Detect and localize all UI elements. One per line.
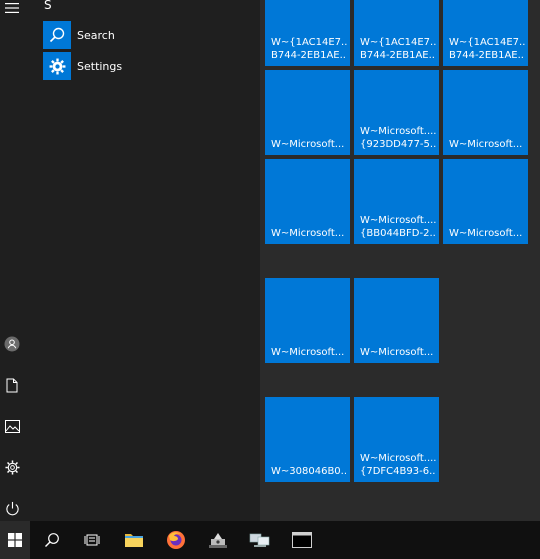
tile-sublabel: B744-2EB1AE... <box>449 50 525 61</box>
tile[interactable]: W~Microsoft... <box>354 278 439 363</box>
app-search[interactable]: Search <box>43 21 253 49</box>
tile-label: W~Microsoft.... <box>360 126 436 137</box>
tile-label: W~Microsoft.... <box>360 453 436 464</box>
tile-label: W~Microsoft... <box>360 347 434 358</box>
tile-label: W~Microsoft... <box>271 139 345 150</box>
search-icon <box>43 21 71 49</box>
letter-header-s[interactable]: S <box>44 0 52 12</box>
tile-label: W~Microsoft... <box>449 139 523 150</box>
hamburger-menu-icon[interactable] <box>0 0 24 22</box>
app-settings-label: Settings <box>77 59 123 73</box>
tile-sublabel: B744-2EB1AE... <box>271 50 347 61</box>
tile-sublabel: {7DFC4B93-6... <box>360 466 436 477</box>
tile[interactable]: W~Microsoft.... {923DD477-5... <box>354 70 439 155</box>
search-icon[interactable] <box>32 521 72 559</box>
task-view-icon[interactable] <box>72 521 112 559</box>
power-icon[interactable] <box>0 494 24 522</box>
documents-icon[interactable] <box>0 371 24 399</box>
gear-icon <box>43 52 71 80</box>
tile-sublabel: B744-2EB1AE... <box>360 50 436 61</box>
tile-label: W~Microsoft... <box>271 228 345 239</box>
firefox-icon[interactable] <box>156 521 196 559</box>
tile-label: W~Microsoft.... <box>360 215 436 226</box>
app-settings[interactable]: Settings <box>43 52 253 80</box>
taskbar <box>0 521 540 559</box>
tile-label: W~308046B0... <box>271 466 347 477</box>
windows-start-icon[interactable] <box>0 521 30 559</box>
tile[interactable]: W~308046B0... <box>265 397 350 482</box>
tile-sublabel: {BB044BFD-2... <box>360 228 436 239</box>
app-search-label: Search <box>77 28 115 42</box>
settings-gear-icon[interactable] <box>0 453 24 481</box>
pictures-icon[interactable] <box>0 412 24 440</box>
file-explorer-icon[interactable] <box>114 521 154 559</box>
app-icon[interactable] <box>198 521 238 559</box>
tile-label: W~{1AC14E7... <box>271 37 347 48</box>
terminal-icon[interactable] <box>282 521 322 559</box>
tile-label: W~{1AC14E7... <box>360 37 436 48</box>
tile[interactable]: W~Microsoft.... {BB044BFD-2... <box>354 159 439 244</box>
tile-sublabel: {923DD477-5... <box>360 139 436 150</box>
start-rail <box>0 0 24 521</box>
user-avatar-icon[interactable] <box>0 330 24 358</box>
tile[interactable]: W~{1AC14E7... B744-2EB1AE... <box>354 0 439 66</box>
tile[interactable]: W~Microsoft... <box>443 70 528 155</box>
tile[interactable]: W~Microsoft... <box>265 70 350 155</box>
tile[interactable]: W~Microsoft... <box>443 159 528 244</box>
network-icon[interactable] <box>240 521 280 559</box>
tile[interactable]: W~Microsoft... <box>265 278 350 363</box>
app-list: S Search Settings <box>24 0 260 521</box>
tile-label: W~{1AC14E7... <box>449 37 525 48</box>
tile-label: W~Microsoft... <box>449 228 523 239</box>
tile[interactable]: W~Microsoft... <box>265 159 350 244</box>
tile[interactable]: W~Microsoft.... {7DFC4B93-6... <box>354 397 439 482</box>
tile-label: W~Microsoft... <box>271 347 345 358</box>
tile[interactable]: W~{1AC14E7... B744-2EB1AE... <box>443 0 528 66</box>
tile[interactable]: W~{1AC14E7... B744-2EB1AE... <box>265 0 350 66</box>
